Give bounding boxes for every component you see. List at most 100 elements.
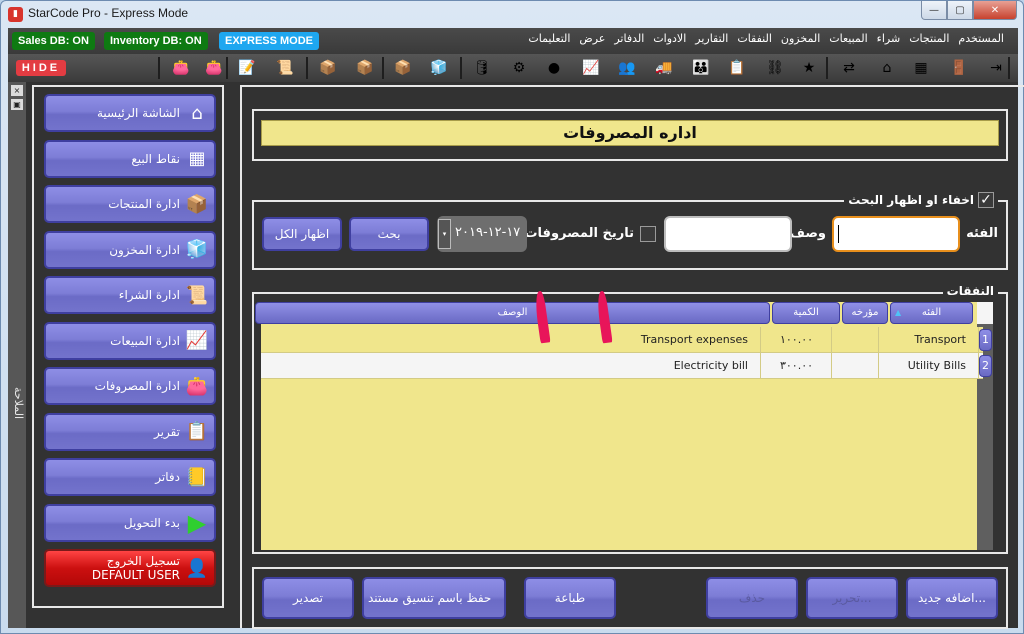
pos-terminal-icon[interactable]: ▦: [910, 58, 932, 78]
column-description-header[interactable]: الوصف: [255, 302, 770, 324]
hide-button[interactable]: HIDE: [16, 60, 66, 76]
column-category-header[interactable]: الفئه ▲: [890, 302, 973, 324]
close-button[interactable]: ✕: [973, 1, 1017, 20]
column-header-label: الكمية: [793, 307, 819, 318]
sidebar-item-home[interactable]: الشاشة الرئيسية ⌂: [44, 94, 216, 132]
sidebar-item-start-transfer[interactable]: بدء التحويل ▶: [44, 503, 216, 542]
row-number[interactable]: 2: [979, 355, 992, 377]
database-icon[interactable]: 🛢: [471, 58, 493, 78]
description-input[interactable]: [664, 216, 792, 252]
edit-button[interactable]: تحرير...: [806, 577, 898, 619]
print-button[interactable]: طباعة: [524, 577, 616, 619]
column-amount-header[interactable]: الكمية: [772, 302, 840, 324]
toolbar-separator: [306, 57, 308, 79]
add-new-button[interactable]: اضافه جديد...: [906, 577, 998, 619]
users-red-icon[interactable]: 👥: [616, 58, 638, 78]
row-number[interactable]: 1: [979, 329, 992, 351]
user-avatar-icon: 👤: [185, 557, 209, 579]
delivery-truck-icon[interactable]: 🚚: [653, 58, 675, 78]
menu-item[interactable]: النفقات: [737, 32, 772, 45]
dock-close-icon[interactable]: ×: [11, 85, 23, 96]
boxes-stack-icon[interactable]: 📦: [392, 58, 414, 78]
category-input[interactable]: [832, 216, 960, 252]
wallet-icon: 👛: [185, 375, 209, 397]
sidebar-item-ledgers[interactable]: دفاتر 📒: [44, 458, 216, 496]
date-dropdown-icon[interactable]: ▾: [438, 219, 451, 249]
search-button[interactable]: بحث: [349, 217, 429, 251]
sidebar-item-reports[interactable]: تقرير 📋: [44, 412, 216, 451]
menu-item[interactable]: التقارير: [695, 32, 728, 45]
save-as-button[interactable]: حفظ باسم تنسيق مستند: [362, 577, 506, 619]
title-bar: ▮ StarCode Pro - Express Mode — ▢ ✕: [1, 1, 1023, 27]
toggle-search-checkbox[interactable]: ✓: [978, 192, 994, 208]
delete-button[interactable]: حذف: [706, 577, 798, 619]
column-header-label: الوصف: [497, 307, 528, 318]
main-content: اداره المصروفات اخفاء او اظهار البحث ✓ ا…: [240, 85, 1024, 629]
table-row[interactable]: Transport ١٠٠.٠٠ Transport expenses: [261, 327, 983, 353]
menu-item[interactable]: شراء: [877, 32, 901, 45]
actions-panel: اضافه جديد... تحرير... حذف طباعة حفظ باس…: [252, 567, 1008, 629]
navigation-dock: × ▣ الملاحة: [8, 82, 26, 628]
toolbar-separator: [158, 57, 160, 79]
inventory-cubes-icon[interactable]: 🧊: [428, 58, 450, 78]
menu-item[interactable]: التعليمات: [528, 32, 570, 45]
cell-amount: ١٠٠.٠٠: [762, 327, 832, 353]
show-all-button[interactable]: اظهار الكل: [262, 217, 342, 251]
menu-item[interactable]: عرض: [579, 32, 605, 45]
sidebar-item-label: ادارة الشراء: [118, 288, 180, 302]
menu-item[interactable]: المستخدم: [958, 32, 1004, 45]
exit-icon[interactable]: ⇥: [985, 58, 1007, 78]
column-date-header[interactable]: مؤرخه: [842, 302, 888, 324]
open-box-icon[interactable]: 📦: [317, 58, 339, 78]
logout-label: تسجيل الخروج: [106, 554, 180, 568]
sidebar-item-point-of-sale[interactable]: نقاط البيع ▦: [44, 139, 216, 178]
sidebar-item-sales[interactable]: ادارة المبيعات 📈: [44, 321, 216, 360]
sidebar-item-inventory[interactable]: ادارة المخزون 🧊: [44, 230, 216, 269]
sales-chart-icon: 📈: [185, 330, 209, 351]
sidebar: الشاشة الرئيسية ⌂ نقاط البيع ▦ ادارة المنتجا…: [32, 85, 224, 608]
menu-item[interactable]: المخزون: [781, 32, 820, 45]
pos-terminal-icon: ▦: [188, 148, 206, 169]
dock-label[interactable]: الملاحة: [9, 387, 25, 419]
date-picker[interactable]: ▾ ١٧-١٢-٢٠١٩: [437, 216, 527, 252]
sidebar-item-expenses[interactable]: ادارة المصروفات 👛: [44, 367, 216, 405]
home-icon[interactable]: ⌂: [876, 58, 898, 78]
logout-button[interactable]: تسجيل الخروج DEFAULT USER 👤: [44, 549, 216, 587]
purchase-list-icon: 📜: [185, 284, 209, 306]
invoice-edit-icon[interactable]: 📝: [236, 58, 258, 78]
sidebar-item-purchases[interactable]: ادارة الشراء 📜: [44, 276, 216, 314]
column-header-label: مؤرخه: [851, 307, 879, 318]
sales-chart-icon[interactable]: 📈: [580, 58, 602, 78]
menu-item[interactable]: المبيعات: [829, 32, 867, 45]
green-circle-icon[interactable]: ●: [543, 58, 565, 78]
page-title: اداره المصروفات: [261, 120, 999, 146]
menu-item[interactable]: الدفاتر: [614, 32, 644, 45]
sidebar-item-label: ادارة المبيعات: [110, 333, 180, 348]
client-area: Sales DB: ON Inventory DB: ON EXPRESS MO…: [8, 28, 1024, 629]
maximize-button[interactable]: ▢: [947, 1, 973, 20]
logout-door-icon[interactable]: 🚪: [948, 58, 970, 78]
date-filter-checkbox[interactable]: [640, 226, 656, 242]
sidebar-item-products[interactable]: ادارة المنتجات 📦: [44, 185, 216, 223]
menu-item[interactable]: المنتجات: [909, 32, 949, 45]
toolbar: HIDE 👛 👛 📝 📜 📦 📦 📦 🧊 🛢 ⚙ ● 📈 👥 🚚 👪 📋 ⛓ ★ ⇄ ⌂ ▦ 🚪 ⇥: [8, 54, 1018, 82]
transfer-arrows-icon[interactable]: ⇄: [838, 58, 860, 78]
minimize-button[interactable]: —: [921, 1, 947, 20]
date-value: ١٧-١٢-٢٠١٩: [455, 225, 521, 240]
hierarchy-icon[interactable]: ⛓: [764, 58, 786, 78]
settings-gear-icon[interactable]: ⚙: [508, 58, 530, 78]
sidebar-item-label: دفاتر: [155, 470, 180, 484]
products-box-icon[interactable]: 📦: [354, 58, 376, 78]
star-icon[interactable]: ★: [798, 58, 820, 78]
purchase-list-icon[interactable]: 📜: [274, 58, 296, 78]
sidebar-item-label: نقاط البيع: [131, 151, 180, 166]
dock-pin-icon[interactable]: ▣: [11, 99, 23, 110]
table-row[interactable]: Utility Bills ٣٠٠.٠٠ Electricity bill: [261, 353, 983, 379]
export-button[interactable]: تصدير: [262, 577, 354, 619]
wallet-icon[interactable]: 👛: [203, 58, 225, 78]
customers-icon[interactable]: 👪: [690, 58, 712, 78]
sidebar-item-label: بدء التحويل: [123, 515, 180, 530]
menu-item[interactable]: الادوات: [653, 32, 686, 45]
report-form-icon[interactable]: 📋: [726, 58, 748, 78]
add-expense-icon[interactable]: 👛: [170, 58, 192, 78]
